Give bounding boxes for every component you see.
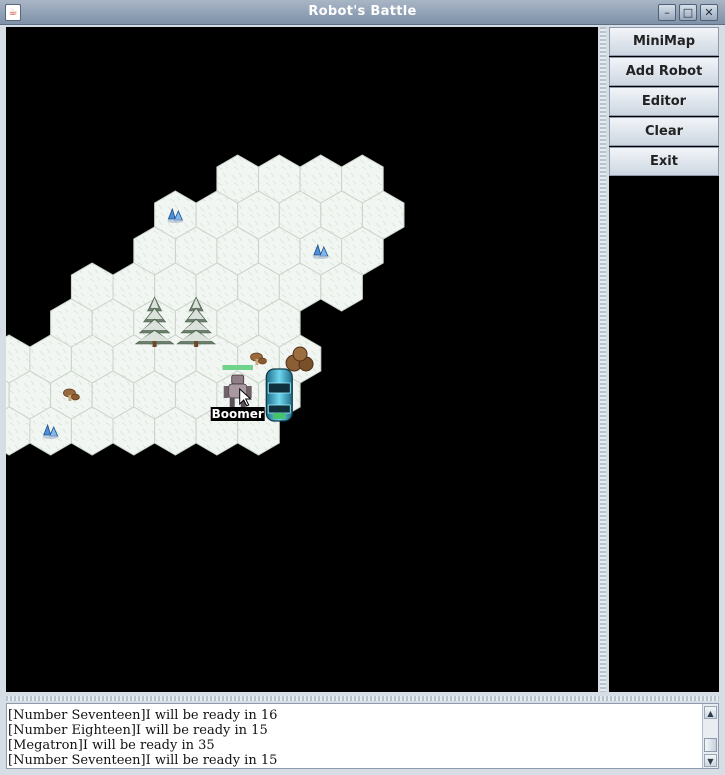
log-scrollbar[interactable]: ▲ ▼ bbox=[702, 704, 718, 768]
scroll-down-icon[interactable]: ▼ bbox=[704, 754, 717, 767]
energy-tower-icon bbox=[265, 368, 293, 422]
maximize-icon[interactable]: □ bbox=[679, 4, 697, 21]
scroll-up-icon[interactable]: ▲ bbox=[704, 706, 717, 719]
game-board[interactable]: Boomer bbox=[6, 27, 598, 692]
window-title: Robot's Battle bbox=[308, 4, 417, 19]
log-line: [Number Eighteen]I will be ready in 15 bbox=[8, 723, 268, 738]
scrollbar-thumb[interactable] bbox=[704, 738, 717, 752]
log-line: [Megatron]I will be ready in 35 bbox=[8, 738, 215, 753]
hex-map[interactable]: Boomer bbox=[6, 27, 598, 692]
log-line: [Number Seventeen]I will be ready in 16 bbox=[8, 708, 278, 723]
add-robot-button[interactable]: Add Robot bbox=[609, 57, 719, 86]
editor-button[interactable]: Editor bbox=[609, 87, 719, 116]
exit-button[interactable]: Exit bbox=[609, 147, 719, 176]
window-title-bar: ☕ Robot's Battle – □ ✕ bbox=[0, 0, 725, 25]
minimap-button[interactable]: MiniMap bbox=[609, 27, 719, 56]
message-log[interactable]: [Number Seventeen]I will be ready in 16 … bbox=[6, 703, 719, 769]
robot-name-label: Boomer bbox=[212, 407, 264, 421]
close-icon[interactable]: ✕ bbox=[700, 4, 718, 21]
horizontal-split-divider[interactable] bbox=[6, 696, 719, 701]
clear-button[interactable]: Clear bbox=[609, 117, 719, 146]
control-panel: MiniMap Add Robot Editor Clear Exit bbox=[609, 27, 719, 692]
robot-health-bar bbox=[222, 365, 253, 370]
log-line: [Number Seventeen]I will be ready in 15 bbox=[8, 753, 278, 768]
vertical-split-divider[interactable] bbox=[600, 27, 606, 692]
minimize-icon[interactable]: – bbox=[658, 4, 676, 21]
